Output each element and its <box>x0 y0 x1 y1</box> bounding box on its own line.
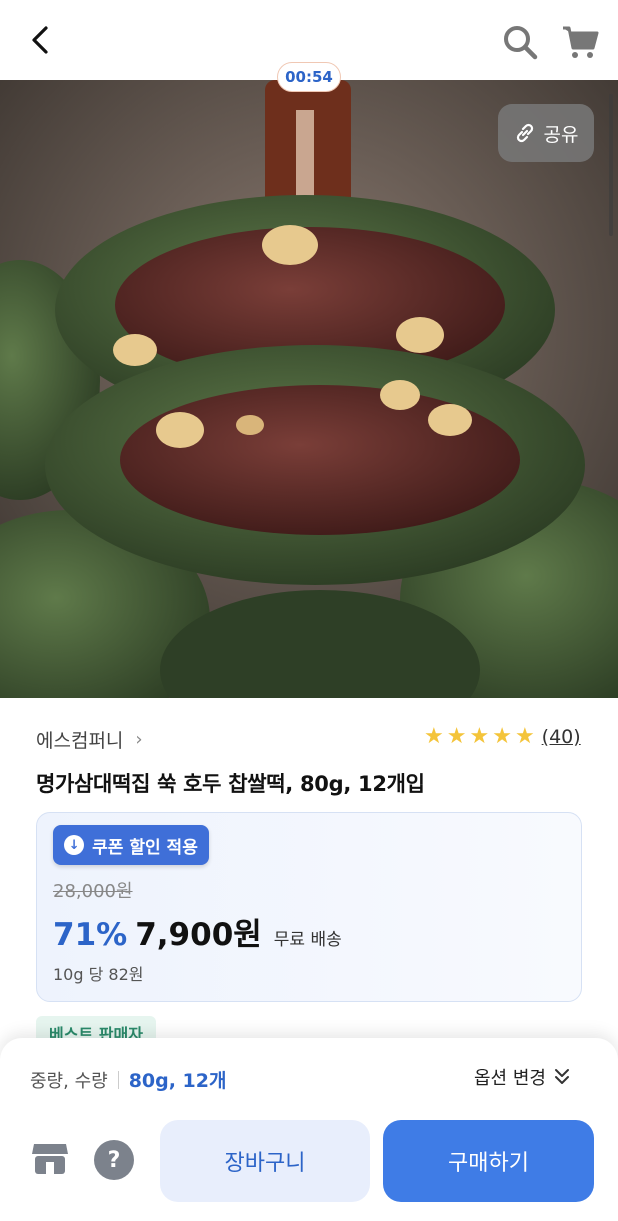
chevron-right-icon: › <box>135 729 143 750</box>
link-icon <box>516 123 533 143</box>
option-value: 80g, 12개 <box>128 1070 227 1092</box>
question-icon: ? <box>107 1147 121 1173</box>
original-price: 28,000원 <box>53 881 133 902</box>
selected-option: 중량, 수량 80g, 12개 <box>30 1066 226 1093</box>
search-icon <box>504 26 538 60</box>
option-change-button[interactable]: 옵션 변경 <box>474 1064 570 1090</box>
double-chevron-down-icon <box>554 1069 569 1084</box>
option-change-label: 옵션 변경 <box>474 1068 546 1089</box>
product-title: 명가삼대떡집 쑥 호두 찹쌀떡, 80g, 12개입 <box>36 772 425 796</box>
chevron-left-icon <box>32 26 48 54</box>
download-icon: ↓ <box>64 835 85 855</box>
star-icon: ★ <box>514 724 535 749</box>
star-icon: ★ <box>469 724 490 749</box>
search-button[interactable] <box>500 22 540 62</box>
store-icon <box>32 1144 68 1174</box>
share-label: 공유 <box>543 123 579 146</box>
price-box: ↓ 쿠폰 할인 적용 28,000원 71% 7,900원 무료 배송 10g … <box>36 812 582 1002</box>
store-button[interactable] <box>30 1138 70 1178</box>
scrollbar[interactable] <box>609 94 613 236</box>
coupon-badge[interactable]: ↓ 쿠폰 할인 적용 <box>53 825 209 865</box>
add-to-cart-button[interactable]: 장바구니 <box>160 1120 370 1202</box>
rice-cake-photo <box>0 80 618 698</box>
star-icon: ★ <box>446 724 467 749</box>
share-button[interactable]: 공유 <box>498 104 594 162</box>
brand-name: 에스컴퍼니 <box>36 730 124 752</box>
coupon-label: 쿠폰 할인 적용 <box>92 837 198 858</box>
back-button[interactable] <box>22 22 58 58</box>
product-image[interactable] <box>0 80 618 698</box>
review-count[interactable]: (40) <box>542 726 581 748</box>
option-label: 중량, 수량 <box>30 1070 108 1092</box>
rating[interactable]: ★ ★ ★ ★ ★ (40) <box>424 724 581 749</box>
shipping-info: 무료 배송 <box>273 930 342 950</box>
star-icon: ★ <box>424 724 444 749</box>
brand-link[interactable]: 에스컴퍼니 › <box>36 726 143 753</box>
purchase-sheet: 중량, 수량 80g, 12개 옵션 변경 ? 장바구니 구매하기 <box>0 1038 618 1221</box>
buy-now-button[interactable]: 구매하기 <box>383 1120 594 1202</box>
cart-button[interactable] <box>560 22 600 62</box>
cart-icon <box>563 26 599 58</box>
video-timer: 00:54 <box>277 62 341 92</box>
star-icon: ★ <box>492 724 512 749</box>
help-button[interactable]: ? <box>94 1140 134 1180</box>
discount-rate: 71% <box>53 917 128 953</box>
sale-row: 71% 7,900원 무료 배송 <box>53 909 342 954</box>
sale-price: 7,900원 <box>135 917 262 953</box>
unit-price: 10g 당 82원 <box>53 965 144 984</box>
product-info: 에스컴퍼니 › ★ ★ ★ ★ ★ (40) 명가삼대떡집 쑥 호두 찹쌀떡, … <box>0 698 618 1050</box>
divider <box>117 1070 119 1089</box>
